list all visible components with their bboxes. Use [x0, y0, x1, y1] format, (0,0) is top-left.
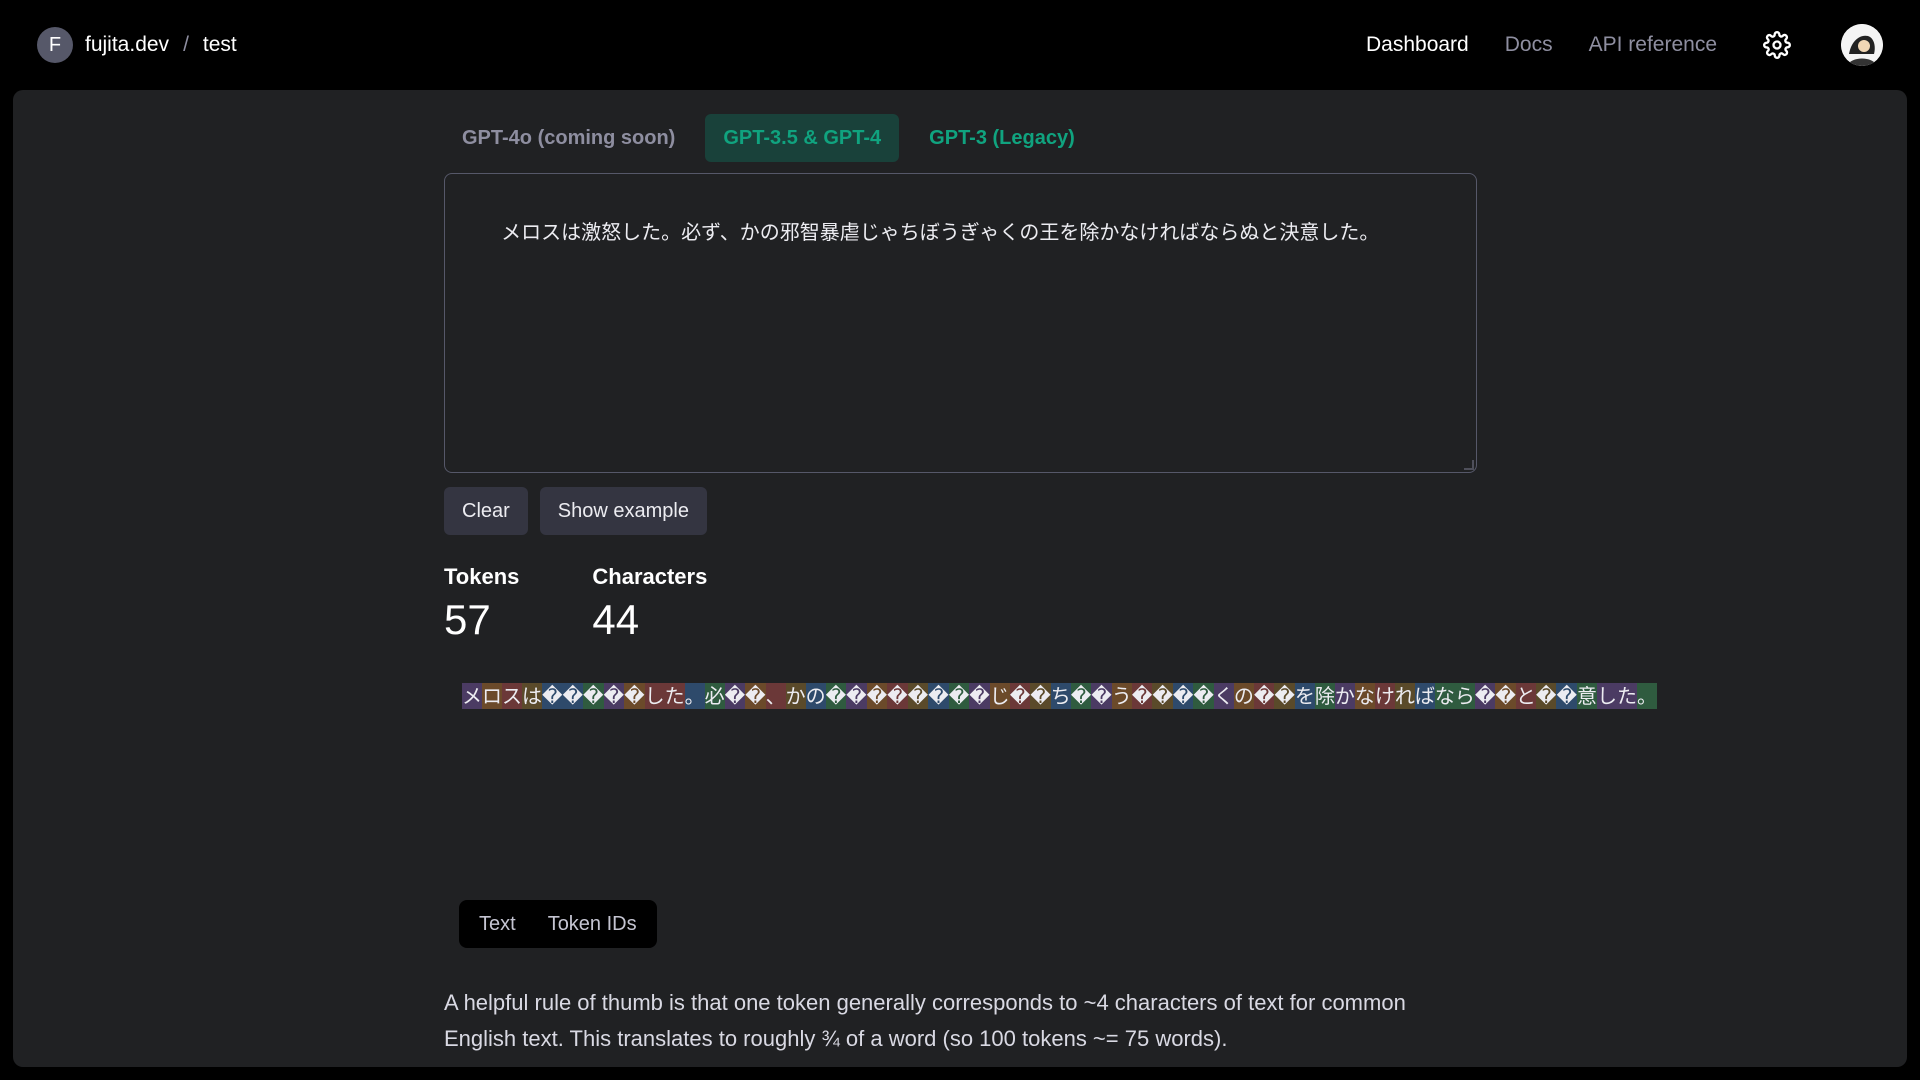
token-chip: 必 [704, 683, 725, 709]
show-example-button[interactable]: Show example [539, 487, 707, 535]
project-name-link[interactable]: test [203, 33, 237, 57]
token-chip: と [1515, 683, 1536, 709]
clear-button[interactable]: Clear [444, 487, 528, 535]
token-chip: � [969, 683, 990, 709]
token-chip: じ [989, 683, 1010, 709]
tab-gpt-4o[interactable]: GPT-4o (coming soon) [444, 114, 693, 162]
token-chip: を [1294, 683, 1315, 709]
token-chip: � [1009, 683, 1031, 709]
rule-of-thumb-note: A helpful rule of thumb is that one toke… [444, 990, 1406, 1051]
nav-dashboard[interactable]: Dashboard [1366, 33, 1469, 57]
token-chip: 。 [1636, 683, 1657, 709]
tokens-label: Tokens [444, 564, 520, 589]
token-chip: � [1495, 683, 1516, 709]
model-tabs: GPT-4o (coming soon) GPT-3.5 & GPT-4 GPT… [444, 114, 1105, 162]
token-chip: � [928, 683, 949, 709]
token-chip: メ [462, 683, 482, 709]
token-chip: ス [502, 683, 522, 709]
breadcrumb-separator: / [183, 33, 189, 56]
token-chip: � [1091, 683, 1112, 709]
view-token-ids-button[interactable]: Token IDs [532, 904, 653, 944]
token-chip: の [1233, 683, 1254, 709]
token-chip: した [644, 683, 685, 709]
token-chip: � [1172, 683, 1194, 709]
token-chip: � [1030, 683, 1051, 709]
token-chip: した [1596, 683, 1637, 709]
token-chip: � [1152, 683, 1173, 709]
token-chip: 。 [684, 683, 705, 709]
token-stats: Tokens 57 Characters 44 [444, 564, 780, 644]
token-chip: � [583, 683, 604, 709]
avatar-icon [1841, 24, 1883, 66]
token-visualization: メロスは � � � � � した。必 � �、かの � � � � � � � � じ � � ち � � う � � � � くの �… [462, 683, 1657, 709]
settings-button[interactable] [1761, 29, 1793, 61]
resize-handle[interactable] [1464, 460, 1474, 470]
token-chip: ち [1050, 683, 1071, 709]
token-chip: 意 [1576, 683, 1597, 709]
characters-label: Characters [592, 564, 708, 589]
org-avatar[interactable]: F [37, 27, 73, 63]
view-toggle: Text Token IDs [459, 900, 657, 948]
token-chip: なら [1434, 683, 1475, 709]
token-chip: � [1474, 683, 1496, 709]
token-chip: � [866, 683, 888, 709]
token-chip: 、 [765, 683, 786, 709]
token-chip: � [562, 683, 584, 709]
token-chip: � [603, 683, 625, 709]
token-chip: � [1535, 683, 1557, 709]
user-avatar[interactable] [1841, 24, 1883, 66]
tab-gpt-35-gpt-4[interactable]: GPT-3.5 & GPT-4 [705, 114, 900, 162]
tokens-stat: Tokens 57 [444, 564, 519, 644]
nav-links: Dashboard Docs API reference [1330, 24, 1883, 66]
token-chip: � [1193, 683, 1214, 709]
token-chip: か [1334, 683, 1355, 709]
tokens-count: 57 [444, 596, 491, 643]
token-chip: � [745, 683, 766, 709]
tab-gpt-3-legacy[interactable]: GPT-3 (Legacy) [911, 114, 1093, 162]
token-chip: ロ [482, 683, 502, 709]
token-chip: � [624, 683, 645, 709]
text-input[interactable]: メロスは激怒した。必ず、かの邪智暴虐じゃちぼうぎゃくの王を除かなければならぬと決… [444, 173, 1477, 473]
token-chip: � [1253, 683, 1275, 709]
token-chip: の [805, 683, 826, 709]
nav-docs[interactable]: Docs [1505, 33, 1553, 57]
token-chip: � [724, 683, 746, 709]
token-chip: な [1354, 683, 1375, 709]
token-chip: � [1131, 683, 1153, 709]
token-chip: � [825, 683, 847, 709]
token-chip: か [785, 683, 806, 709]
characters-count: 44 [592, 596, 640, 643]
token-chip: � [948, 683, 970, 709]
view-text-button[interactable]: Text [463, 904, 532, 944]
token-chip: け [1374, 683, 1395, 709]
nav-api-reference[interactable]: API reference [1589, 33, 1717, 57]
token-chip: � [1070, 683, 1092, 709]
breadcrumb: F fujita.dev / test [37, 27, 237, 63]
editor-actions: Clear Show example [444, 487, 719, 535]
token-chip: � [1274, 683, 1295, 709]
token-chip: く [1213, 683, 1234, 709]
token-chip: � [846, 683, 867, 709]
gear-icon [1763, 31, 1791, 59]
token-chip: � [1556, 683, 1577, 709]
characters-stat: Characters 44 [592, 564, 707, 644]
org-name-link[interactable]: fujita.dev [85, 33, 169, 57]
token-chip: 除 [1314, 683, 1335, 709]
tokenizer-panel: GPT-4o (coming soon) GPT-3.5 & GPT-4 GPT… [13, 90, 1907, 1067]
text-input-value: メロスは激怒した。必ず、かの邪智暴虐じゃちぼうぎゃくの王を除かなければならぬと決… [501, 220, 1380, 244]
org-initial: F [48, 33, 62, 56]
token-chip: ば [1414, 683, 1435, 709]
token-chip: � [907, 683, 929, 709]
token-chip: れ [1394, 683, 1415, 709]
token-chip: � [542, 683, 563, 709]
token-chip: は [522, 683, 542, 709]
top-navigation: F fujita.dev / test Dashboard Docs API r… [0, 0, 1920, 90]
token-chip: � [887, 683, 908, 709]
token-chip: う [1111, 683, 1132, 709]
